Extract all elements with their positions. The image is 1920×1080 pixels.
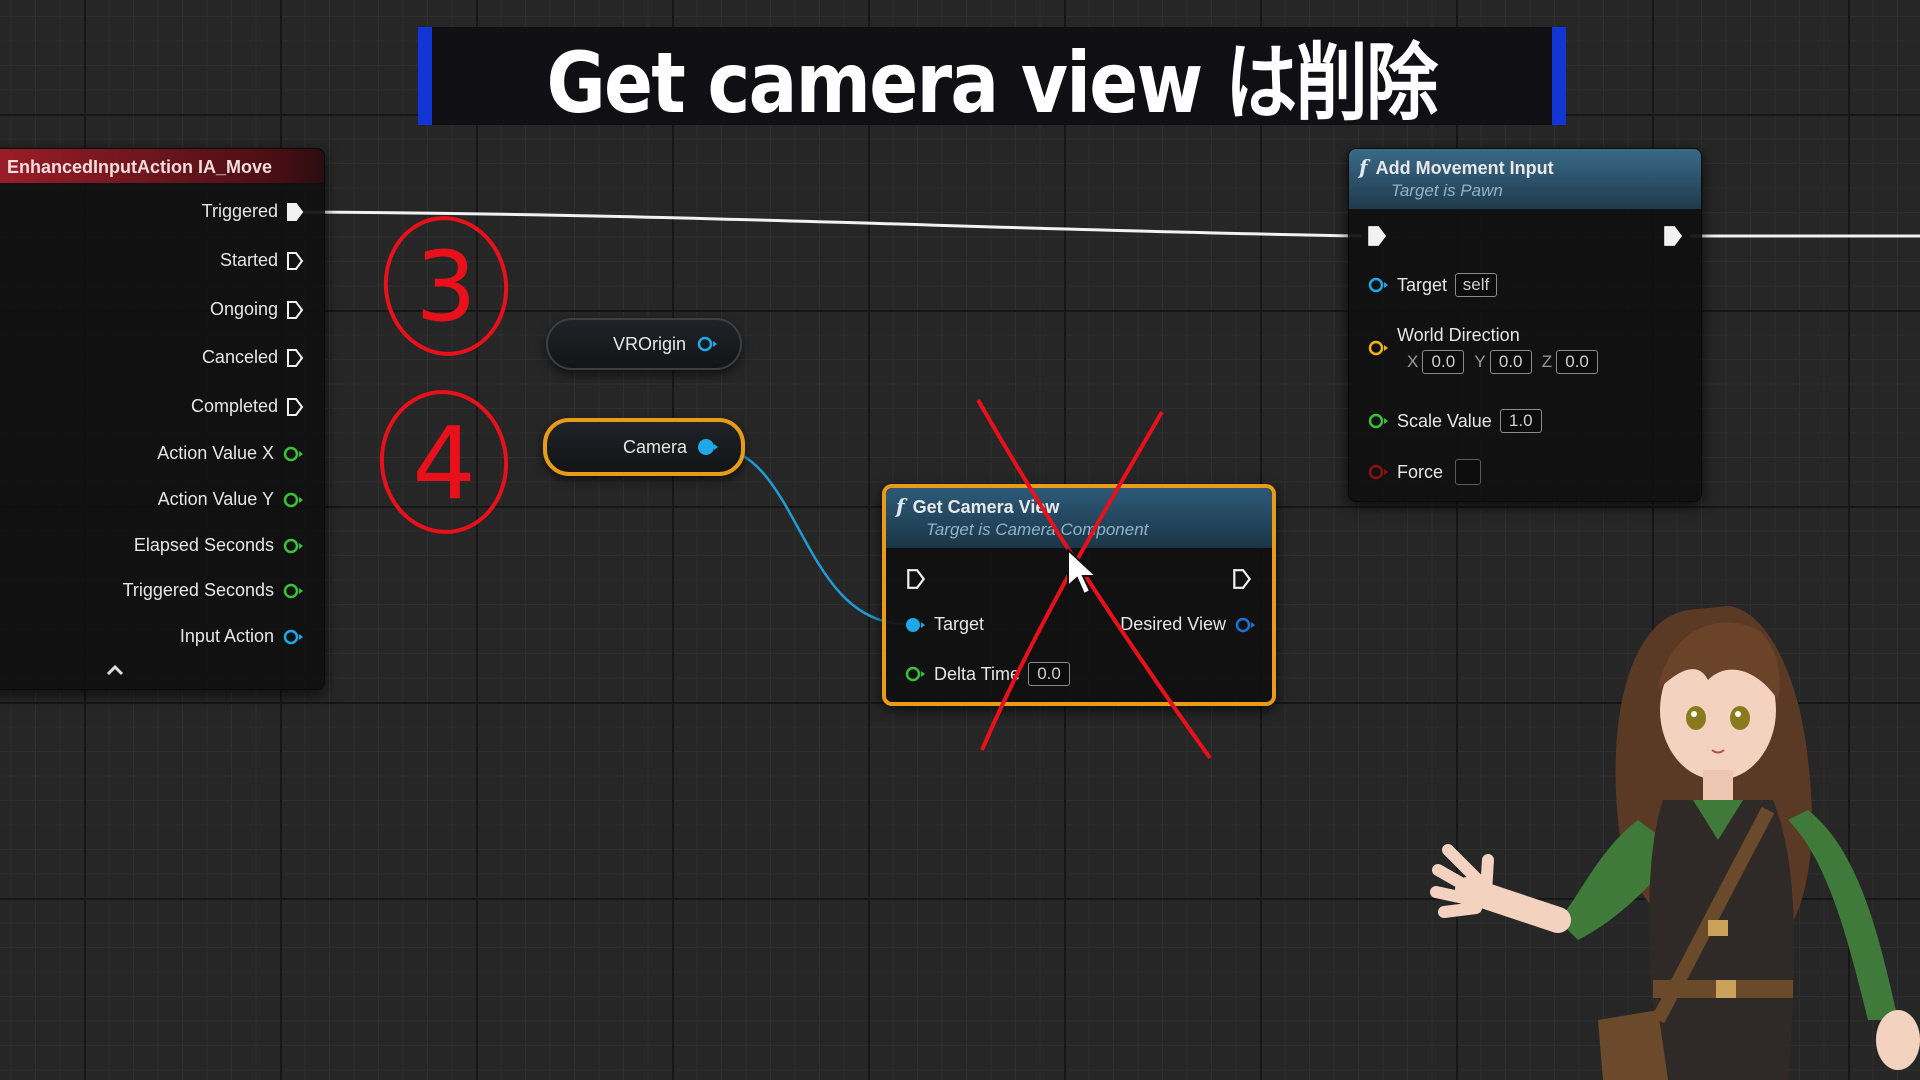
scale-value-label: Scale Value <box>1397 410 1492 431</box>
annotation-number-3: 3 <box>380 210 512 360</box>
object-wire-camera-to-target <box>711 445 907 626</box>
world-direction-label: World Direction <box>1397 325 1520 345</box>
target-label: Target <box>1397 274 1448 295</box>
float-pin-icon[interactable] <box>282 582 304 600</box>
pin-label: Elapsed Seconds <box>133 535 274 555</box>
z-field[interactable]: 0.0 <box>1556 350 1599 374</box>
exec-pin-icon[interactable] <box>286 300 304 320</box>
pin-label: Canceled <box>201 347 278 367</box>
title-banner: Get camera view は削除 <box>418 27 1566 132</box>
pin-action-value-y[interactable]: Action Value Y <box>158 489 304 510</box>
exec-pin-icon[interactable] <box>286 251 304 271</box>
title-text: Get camera view は削除 <box>546 33 1439 132</box>
x-field[interactable]: 0.0 <box>1422 350 1465 374</box>
pin-triggered[interactable]: Triggered <box>202 201 304 222</box>
object-pin-icon[interactable] <box>696 335 718 353</box>
annotation-4-text: 4 <box>412 405 476 522</box>
pin-ongoing[interactable]: Ongoing <box>210 299 304 320</box>
pin-elapsed-seconds[interactable]: Elapsed Seconds <box>134 535 304 556</box>
axis-x-label: X <box>1407 352 1419 371</box>
float-pin-icon[interactable] <box>282 491 304 509</box>
pin-completed[interactable]: Completed <box>191 396 304 417</box>
exec-out-pin-connected-icon[interactable] <box>1663 225 1683 247</box>
exec-out-pin-icon[interactable] <box>1232 568 1252 590</box>
character-illustration <box>1430 606 1920 1080</box>
axis-z-label: Z <box>1541 352 1553 371</box>
object-pin-icon[interactable] <box>1367 276 1389 294</box>
event-node-title: EnhancedInputAction IA_Move <box>0 149 324 183</box>
pin-label: Action Value X <box>157 443 274 463</box>
force-input-pin[interactable]: Force <box>1367 459 1482 485</box>
mouse-cursor-icon <box>1067 548 1099 596</box>
vr-origin-label: VROrigin <box>612 333 686 354</box>
function-icon: f <box>1359 155 1368 179</box>
annotation-number-4: 4 <box>374 382 514 538</box>
pin-started[interactable]: Started <box>220 250 304 271</box>
pin-label: Started <box>219 250 278 270</box>
bool-pin-icon[interactable] <box>1367 463 1389 481</box>
camera-label: Camera <box>622 436 687 457</box>
vector-pin-icon[interactable] <box>1367 339 1389 357</box>
collapse-chevron-icon[interactable] <box>105 663 125 677</box>
exec-pin-icon[interactable] <box>286 348 304 368</box>
struct-pin-icon[interactable] <box>1234 616 1256 634</box>
pin-triggered-seconds[interactable]: Triggered Seconds <box>123 580 304 601</box>
exec-pin-icon[interactable] <box>286 397 304 417</box>
float-pin-icon[interactable] <box>1367 412 1389 430</box>
float-pin-icon[interactable] <box>282 537 304 555</box>
world-direction-input-pin[interactable]: World Direction X 0.0 Y 0.0 Z 0.0 <box>1367 325 1599 374</box>
pin-label: Input Action <box>179 626 274 646</box>
pin-label: Completed <box>190 396 278 416</box>
object-pin-connected-icon[interactable] <box>697 438 719 456</box>
enhanced-input-action-node[interactable]: EnhancedInputAction IA_Move Triggered St… <box>0 148 325 690</box>
exec-in-pin-connected-icon[interactable] <box>1367 225 1387 247</box>
pin-label: Ongoing <box>209 299 278 319</box>
vr-origin-variable-node[interactable]: VROrigin <box>546 318 742 370</box>
float-pin-icon[interactable] <box>282 445 304 463</box>
add-movement-input-title: Add Movement Input <box>1375 158 1554 178</box>
force-checkbox[interactable] <box>1455 459 1482 485</box>
exec-pin-filled-icon[interactable] <box>286 202 304 222</box>
add-movement-input-header: f Add Movement Input Target is Pawn <box>1349 149 1701 209</box>
force-label: Force <box>1397 461 1444 482</box>
object-pin-connected-icon[interactable] <box>904 616 926 634</box>
target-self-field[interactable]: self <box>1455 273 1498 297</box>
pin-label: Triggered <box>201 201 278 221</box>
object-pin-icon[interactable] <box>282 628 304 646</box>
annotation-3-text: 3 <box>415 231 476 343</box>
pin-action-value-x[interactable]: Action Value X <box>157 443 304 464</box>
function-icon: f <box>896 494 905 518</box>
pin-input-action[interactable]: Input Action <box>180 626 304 647</box>
pin-label: Triggered Seconds <box>122 580 274 600</box>
pin-label: Action Value Y <box>157 489 274 509</box>
axis-y-label: Y <box>1474 352 1486 371</box>
exec-in-pin-icon[interactable] <box>906 568 926 590</box>
scale-value-field[interactable]: 1.0 <box>1499 409 1542 433</box>
add-movement-input-subtitle: Target is Pawn <box>1391 181 1503 200</box>
add-movement-input-node[interactable]: f Add Movement Input Target is Pawn Targe… <box>1348 148 1702 502</box>
target-input-pin[interactable]: Target self <box>1367 273 1498 297</box>
scale-value-input-pin[interactable]: Scale Value 1.0 <box>1367 409 1542 433</box>
pin-canceled[interactable]: Canceled <box>202 347 304 368</box>
y-field[interactable]: 0.0 <box>1489 350 1532 374</box>
camera-variable-node[interactable]: Camera <box>543 418 745 476</box>
float-pin-icon[interactable] <box>904 665 926 683</box>
